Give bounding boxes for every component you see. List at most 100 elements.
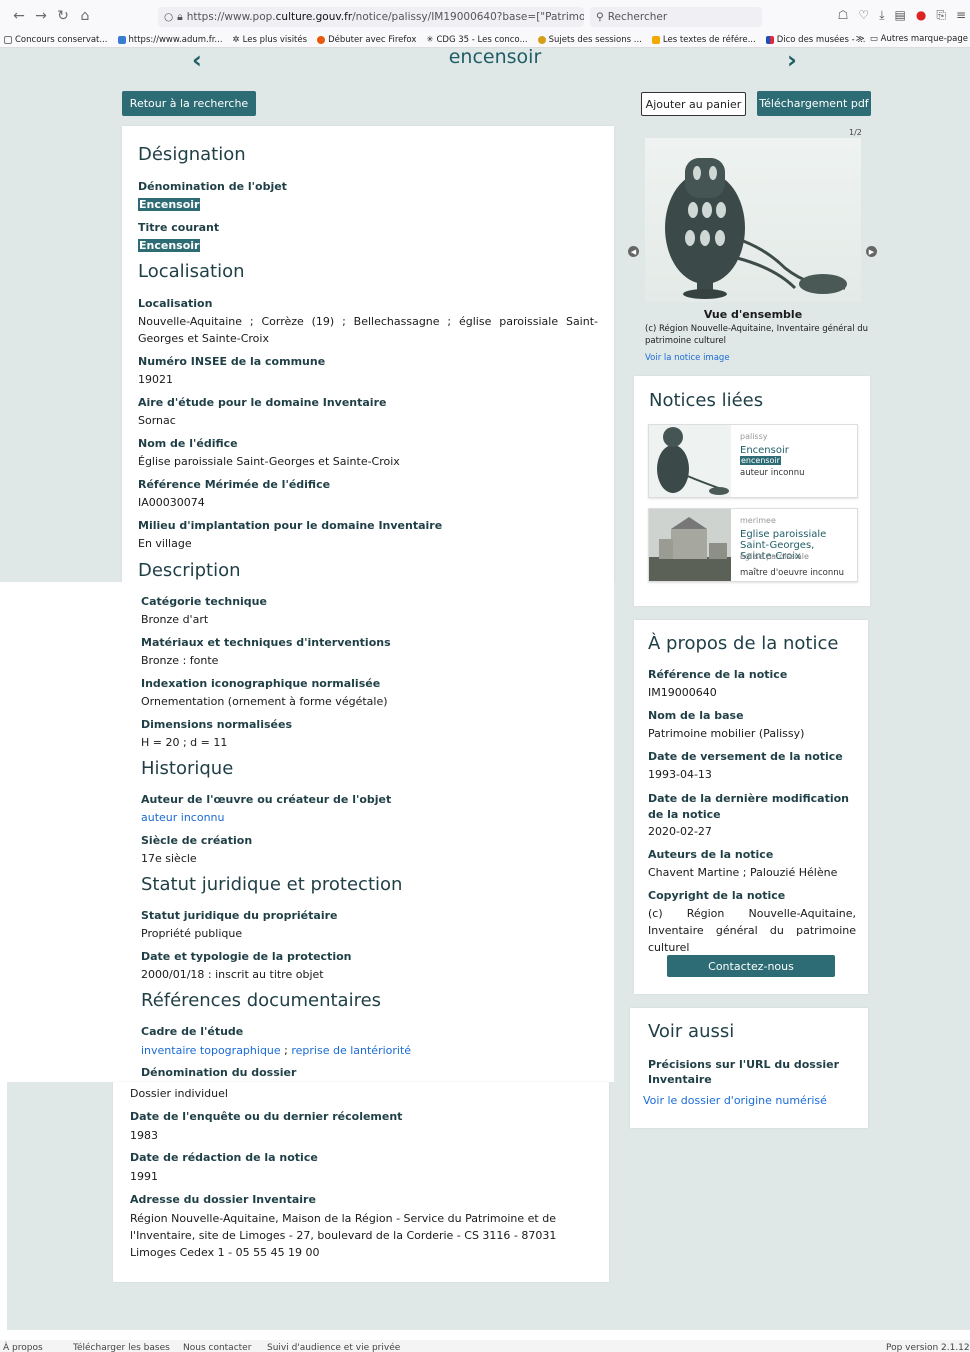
church-thumb: [649, 509, 731, 581]
previous-notice-icon[interactable]: ‹: [192, 46, 202, 74]
gallery-prev-icon[interactable]: ◀: [628, 246, 639, 257]
linked-notices-heading: Notices liées: [649, 390, 764, 411]
footer: À propos Télécharger les bases Nous cont…: [0, 1340, 970, 1352]
home-icon[interactable]: ⌂: [74, 8, 96, 24]
bookmark-label: Concours conservat...: [15, 34, 108, 45]
favicon-icon: [651, 35, 660, 44]
download-pdf-button[interactable]: Téléchargement pdf: [757, 91, 871, 116]
field-label: Copyright de la notice: [648, 889, 786, 902]
field-value: IM19000640: [648, 686, 717, 699]
linked-base: merimee: [740, 516, 776, 525]
field-value: 19021: [138, 373, 173, 386]
bookmark-label: Débuter avec Firefox: [328, 34, 417, 45]
linked-base: palissy: [740, 432, 768, 441]
forward-arrow-icon[interactable]: →: [30, 8, 52, 24]
field-value: En village: [138, 537, 192, 550]
linked-notice-item[interactable]: palissy Encensoir encensoir auteur incon…: [648, 424, 858, 498]
gear-icon: ✲: [232, 34, 240, 45]
footer-link-download[interactable]: Télécharger les bases: [73, 1343, 170, 1352]
field-value: Église paroissiale Saint-Georges et Sain…: [138, 455, 400, 468]
image-notice-link[interactable]: Voir la notice image: [645, 353, 730, 363]
field-label: Catégorie technique: [141, 595, 267, 608]
library-icon[interactable]: ▤: [895, 8, 906, 23]
bookmark-item[interactable]: Concours conservat...: [4, 35, 108, 45]
section-heading-designation: Désignation: [138, 144, 246, 165]
field-label: Nom de l'édifice: [138, 437, 238, 450]
field-label: Auteur de l'œuvre ou créateur de l'objet: [141, 793, 392, 806]
field-label: Dimensions normalisées: [141, 718, 292, 731]
field-label: Adresse du dossier Inventaire: [130, 1193, 316, 1206]
field-label: Dénomination de l'objet: [138, 180, 287, 193]
footer-link-about[interactable]: À propos: [3, 1343, 43, 1352]
footer-version: Pop version 2.1.12: [886, 1343, 970, 1352]
field-value: Bronze d'art: [141, 613, 209, 626]
field-value: Chavent Martine ; Palouzié Hélène: [648, 866, 838, 879]
field-value: Propriété publique: [141, 927, 243, 940]
field-value: Sornac: [138, 414, 176, 427]
other-bookmarks[interactable]: ≫ ▭ Autres marque-page: [856, 34, 968, 44]
bookmark-item[interactable]: ✳ CDG 35 - Les conco...: [426, 35, 527, 45]
shield-icon: ○: [164, 11, 174, 23]
contact-button[interactable]: Contactez-nous: [667, 955, 835, 977]
field-label: Siècle de création: [141, 834, 253, 847]
gallery-next-icon[interactable]: ▶: [866, 246, 877, 257]
field-label: Nom de la base: [648, 709, 744, 722]
next-notice-icon[interactable]: ›: [787, 46, 797, 74]
censer-image: [665, 158, 847, 299]
browser-toolbar: ← → ↻ ⌂ ○ 🔒︎ https://www.pop. culture.gou…: [0, 0, 970, 32]
bookmark-label: Les textes de référe...: [662, 34, 756, 45]
linked-notice-item[interactable]: merimee Eglise paroissiale Saint-Georges…: [648, 508, 858, 582]
field-value: Nouvelle-Aquitaine ; Corrèze (19) ; Bell…: [138, 315, 598, 345]
section-heading-references: Références documentaires: [141, 990, 382, 1011]
favicon-icon: ✳: [426, 34, 434, 45]
reload-icon[interactable]: ↻: [52, 8, 74, 24]
photo-credit: (c) Région Nouvelle-Aquitaine, Inventair…: [645, 324, 869, 346]
search-icon: ⚲: [596, 11, 604, 23]
bookmark-item[interactable]: https://www.adum.fr...: [117, 35, 223, 45]
field-label: Matériaux et techniques d'interventions: [141, 636, 391, 649]
back-to-search-button[interactable]: Retour à la recherche: [122, 91, 256, 116]
address-bar[interactable]: ○ 🔒︎ https://www.pop. culture.gouv.fr/not…: [158, 7, 584, 27]
footer-link-privacy[interactable]: Suivi d'audience et vie privée: [267, 1343, 400, 1352]
bookmark-item[interactable]: ✲ Les plus visités: [233, 35, 308, 45]
section-heading-statut: Statut juridique et protection: [141, 874, 403, 895]
bookmark-item[interactable]: Les textes de référe...: [651, 34, 756, 45]
bookmark-item[interactable]: Débuter avec Firefox: [317, 35, 416, 45]
original-dossier-link[interactable]: Voir le dossier d'origine numérisé: [643, 1094, 827, 1107]
other-bookmarks-label: Autres marque-page: [880, 34, 968, 44]
field-label: Référence de la notice: [648, 668, 788, 681]
notice-card: [122, 126, 614, 582]
object-photo[interactable]: [645, 138, 861, 302]
bookmark-item[interactable]: Sujets des sessions ...: [537, 35, 642, 45]
cadre-link[interactable]: inventaire topographique: [141, 1044, 281, 1057]
search-bar[interactable]: ⚲ Rechercher: [590, 7, 762, 27]
pocket-icon[interactable]: ♡: [858, 8, 869, 23]
field-value: IA00030074: [138, 496, 205, 509]
field-value: 2000/01/18 : inscrit au titre objet: [141, 968, 324, 981]
see-also-heading: Voir aussi: [648, 1021, 735, 1042]
adblock-icon[interactable]: ●: [916, 8, 926, 23]
download-icon[interactable]: ⤓: [879, 8, 884, 23]
field-label: Statut juridique du propriétaire: [141, 909, 338, 922]
account-icon[interactable]: ☖: [838, 8, 849, 23]
extensions-icon[interactable]: ⎘: [936, 8, 946, 23]
bookmark-item[interactable]: Dico des musées - ...: [765, 35, 866, 45]
field-value: Région Nouvelle-Aquitaine, Maison de la …: [130, 1212, 557, 1259]
back-arrow-icon[interactable]: ←: [8, 8, 30, 24]
author-link[interactable]: auteur inconnu: [141, 811, 225, 824]
field-label: Date de rédaction de la notice: [130, 1151, 318, 1164]
field-value: H = 20 ; d = 11: [141, 736, 228, 749]
url-domain: culture.gouv.fr: [275, 11, 353, 23]
linked-subtitle: église paroissiale: [740, 552, 809, 561]
menu-icon[interactable]: ≡: [956, 8, 966, 23]
field-label: Titre courant: [138, 221, 220, 234]
folder-icon: ▭: [869, 34, 878, 44]
photo-caption: Vue d'ensemble: [703, 308, 803, 321]
cadre-link[interactable]: reprise de lantériorité: [291, 1044, 411, 1057]
footer-link-contact[interactable]: Nous contacter: [183, 1343, 251, 1352]
field-label: Cadre de l'étude: [141, 1025, 244, 1038]
add-to-cart-button[interactable]: Ajouter au panier: [641, 92, 746, 116]
folder-icon: [4, 35, 12, 44]
section-heading-localisation: Localisation: [138, 261, 245, 282]
field-value: Dossier individuel: [130, 1087, 228, 1100]
